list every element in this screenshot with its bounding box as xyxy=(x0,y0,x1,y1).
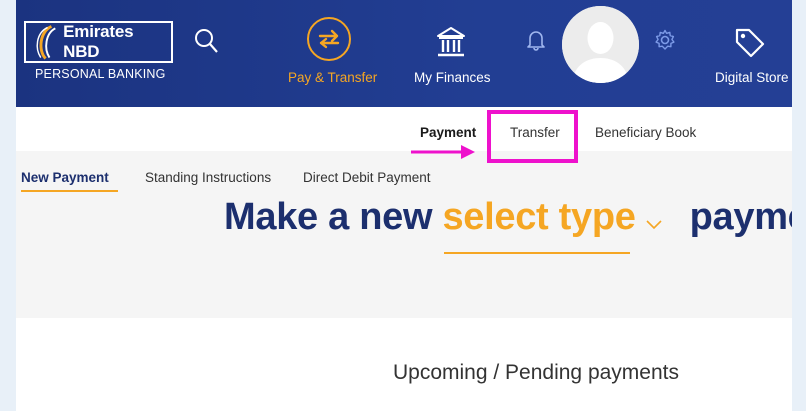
avatar[interactable] xyxy=(562,6,639,83)
heading-prefix: Make a new xyxy=(224,196,443,238)
my-finances-label[interactable]: My Finances xyxy=(414,70,491,85)
brand-mark-icon xyxy=(36,25,56,60)
heading-suffix: payme xyxy=(689,196,792,238)
active-tab-underline xyxy=(21,190,118,192)
gear-icon[interactable] xyxy=(654,29,676,51)
bank-icon[interactable] xyxy=(436,26,466,58)
user-silhouette-icon xyxy=(562,6,639,83)
pay-transfer-label[interactable]: Pay & Transfer xyxy=(288,70,377,85)
tag-icon[interactable] xyxy=(734,27,766,59)
bell-icon[interactable] xyxy=(526,29,546,51)
payment-subnav: Payment Transfer Beneficiary Book xyxy=(16,107,792,151)
tab-new-payment[interactable]: New Payment xyxy=(21,170,109,185)
brand-logo[interactable]: Emirates NBD xyxy=(24,21,173,63)
pointer-arrow-icon xyxy=(411,145,475,159)
subnav-payment[interactable]: Payment xyxy=(420,125,476,140)
search-icon[interactable] xyxy=(194,28,220,56)
digital-store-label[interactable]: Digital Store xyxy=(715,70,789,85)
transfer-highlight-box xyxy=(487,110,578,163)
top-header: Emirates NBD PERSONAL BANKING Pay & Tran… xyxy=(16,0,792,107)
brand-subtitle: PERSONAL BANKING xyxy=(35,67,166,81)
select-underline xyxy=(444,252,630,254)
payment-type-select[interactable]: select type xyxy=(442,196,635,238)
tab-direct-debit-payment[interactable]: Direct Debit Payment xyxy=(303,170,431,185)
transfer-arrows-icon xyxy=(318,29,340,49)
page-heading: Make a new select type payme xyxy=(224,196,792,239)
pay-transfer-nav[interactable] xyxy=(307,17,351,61)
tab-standing-instructions[interactable]: Standing Instructions xyxy=(145,170,271,185)
app-frame: Emirates NBD PERSONAL BANKING Pay & Tran… xyxy=(16,0,792,411)
subnav-beneficiary-book[interactable]: Beneficiary Book xyxy=(595,125,696,140)
chevron-down-icon[interactable] xyxy=(645,218,663,230)
brand-name: Emirates NBD xyxy=(63,22,134,61)
upcoming-payments-title: Upcoming / Pending payments xyxy=(393,361,679,384)
